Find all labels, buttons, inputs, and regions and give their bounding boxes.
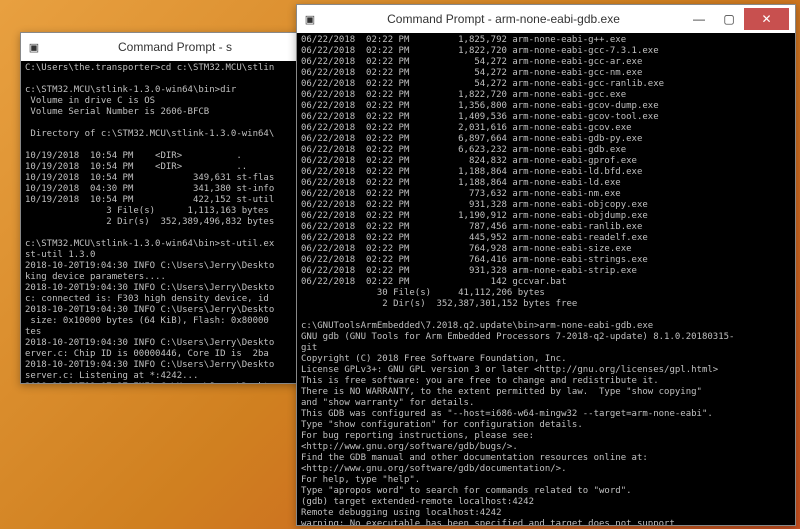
cmd-icon: ▣ [27,40,41,54]
window-title-back: Command Prompt - s [47,40,303,54]
titlebar-back[interactable]: ▣ Command Prompt - s [21,33,309,61]
titlebar-front[interactable]: ▣ Command Prompt - arm-none-eabi-gdb.exe… [297,5,795,33]
maximize-button[interactable]: ▢ [714,8,744,30]
minimize-button[interactable]: — [684,8,714,30]
cmd-icon: ▣ [303,12,317,26]
window-buttons: — ▢ ✕ [684,8,789,30]
cmd-window-back[interactable]: ▣ Command Prompt - s C:\Users\the.transp… [20,32,310,384]
window-title-front: Command Prompt - arm-none-eabi-gdb.exe [323,12,684,26]
cmd-window-front[interactable]: ▣ Command Prompt - arm-none-eabi-gdb.exe… [296,4,796,526]
close-button[interactable]: ✕ [744,8,789,30]
console-front[interactable]: 06/22/2018 02:22 PM 1,825,792 arm-none-e… [297,33,795,525]
console-back[interactable]: C:\Users\the.transporter>cd c:\STM32.MCU… [21,61,309,383]
